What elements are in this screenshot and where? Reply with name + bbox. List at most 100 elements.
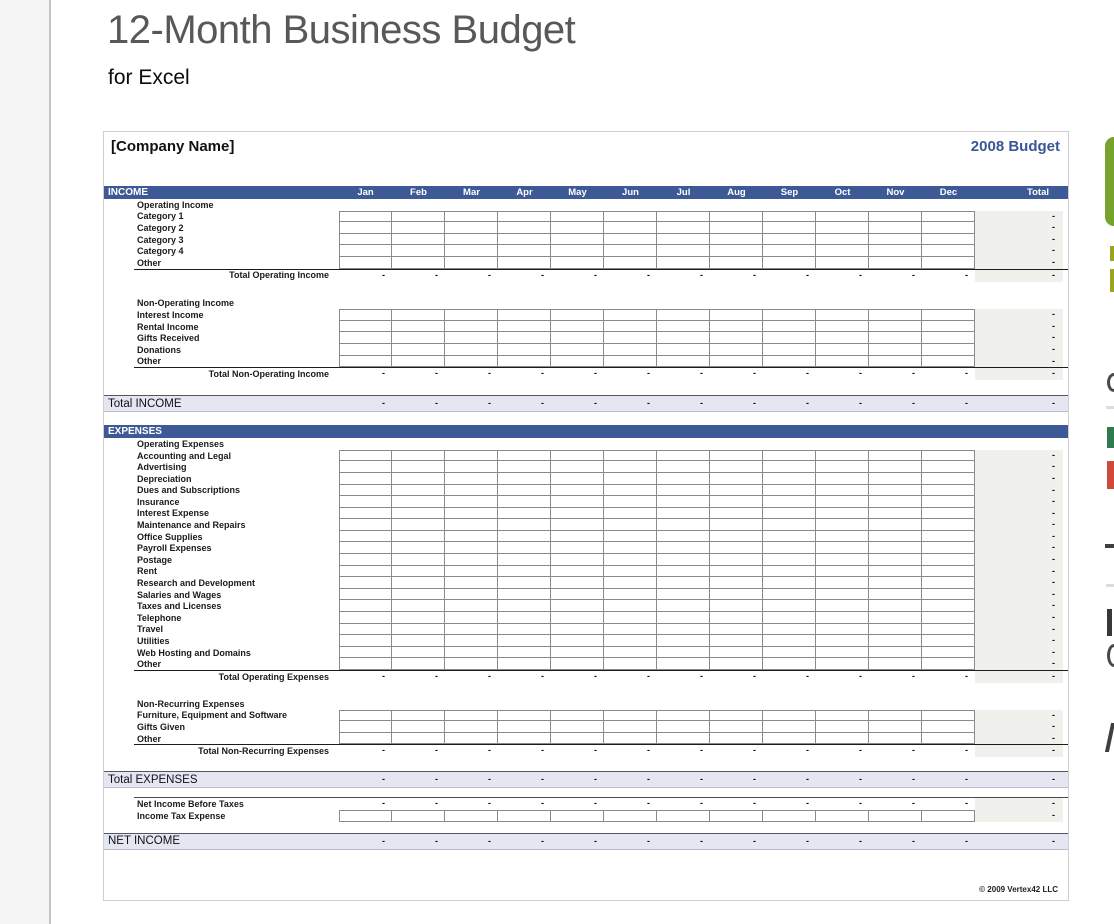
summary-value: - — [710, 396, 763, 411]
summary-label: Total INCOME — [104, 398, 339, 410]
subtotal-value: - — [869, 367, 922, 380]
input-cell — [604, 211, 657, 223]
cutoff-green-chip — [1107, 427, 1114, 448]
subtotal-value: - — [763, 670, 816, 683]
input-cell — [816, 600, 869, 612]
input-cell — [922, 635, 975, 647]
input-cell — [816, 309, 869, 321]
input-cell — [445, 234, 498, 246]
cutoff-link-text-2[interactable] — [1110, 269, 1114, 292]
input-cell — [816, 721, 869, 733]
subtotal-value: - — [604, 269, 657, 282]
cutoff-link-text-1[interactable] — [1110, 246, 1114, 261]
budget-line-label: Insurance — [104, 497, 339, 507]
summary-value: - — [445, 772, 498, 787]
subtotal-value: - — [339, 797, 392, 810]
input-cell — [445, 332, 498, 344]
input-cell — [339, 450, 392, 462]
subtotal-total-value: - — [975, 744, 1063, 757]
input-cell — [445, 600, 498, 612]
subtotal-value: - — [551, 744, 604, 757]
month-column-header — [498, 425, 551, 438]
input-cell — [551, 710, 604, 722]
summary-label: NET INCOME — [104, 835, 339, 847]
month-column-header — [604, 425, 657, 438]
input-cell — [657, 473, 710, 485]
input-cell — [604, 222, 657, 234]
summary-value: - — [392, 834, 445, 849]
cutoff-download-button[interactable] — [1105, 137, 1114, 226]
input-cell — [816, 577, 869, 589]
input-cell — [816, 461, 869, 473]
subtotal-value: - — [551, 269, 604, 282]
input-cell — [392, 647, 445, 659]
budget-line-row: Advertising- — [104, 461, 1068, 473]
input-cell — [339, 647, 392, 659]
subtotal-value: - — [816, 269, 869, 282]
input-cell — [657, 356, 710, 368]
row-total-value: - — [975, 222, 1063, 234]
subtotal-value: - — [763, 744, 816, 757]
subsection-heading: Non-Operating Income — [104, 298, 339, 308]
month-column-header: Aug — [710, 186, 763, 199]
input-cell — [339, 554, 392, 566]
input-cell — [869, 600, 922, 612]
input-cell — [604, 496, 657, 508]
input-cell — [392, 624, 445, 636]
summary-value: - — [816, 834, 869, 849]
input-cell — [763, 721, 816, 733]
summary-value: - — [551, 396, 604, 411]
input-cell — [339, 710, 392, 722]
input-cell — [498, 309, 551, 321]
input-cell — [445, 211, 498, 223]
input-cell — [604, 577, 657, 589]
summary-value: - — [869, 772, 922, 787]
month-column-header — [816, 425, 869, 438]
subtotal-value: - — [657, 367, 710, 380]
input-cell — [763, 222, 816, 234]
input-cell — [551, 344, 604, 356]
input-cell — [339, 531, 392, 543]
input-cell — [710, 344, 763, 356]
input-cell — [392, 234, 445, 246]
subtotal-value: - — [763, 367, 816, 380]
row-spacer — [104, 380, 1068, 395]
budget-line-label: Advertising — [104, 462, 339, 472]
input-cell — [710, 635, 763, 647]
subtotal-value: - — [604, 670, 657, 683]
row-total-value: - — [975, 710, 1063, 722]
input-cell — [922, 245, 975, 257]
input-cell — [551, 473, 604, 485]
budget-line-row: Rent- — [104, 566, 1068, 578]
subtotal-value: - — [604, 367, 657, 380]
subtotal-label: Net Income Before Taxes — [104, 799, 339, 809]
subtotal-value: - — [445, 670, 498, 683]
input-cell — [498, 612, 551, 624]
input-cell — [498, 473, 551, 485]
subtotal-value: - — [869, 797, 922, 810]
budget-template-preview[interactable]: [Company Name] 2008 Budget INCOMEJanFebM… — [103, 131, 1069, 901]
input-cell — [445, 577, 498, 589]
input-cell — [657, 710, 710, 722]
subtotal-value: - — [763, 269, 816, 282]
input-cell — [763, 245, 816, 257]
subtotal-row: Total Non-Recurring Expenses------------… — [104, 744, 1068, 757]
summary-value: - — [657, 834, 710, 849]
subtotal-value: - — [339, 744, 392, 757]
input-cell — [498, 589, 551, 601]
subsection-heading-row: Operating Expenses — [104, 438, 1068, 450]
row-spacer — [104, 282, 1068, 298]
subtotal-value: - — [922, 797, 975, 810]
input-cell — [339, 222, 392, 234]
budget-line-label: Interest Income — [104, 310, 339, 320]
input-cell — [551, 810, 604, 822]
budget-line-label: Travel — [104, 624, 339, 634]
input-cell — [551, 519, 604, 531]
row-total-value: - — [975, 589, 1063, 601]
budget-line-row: Interest Expense- — [104, 508, 1068, 520]
subtotal-value: - — [710, 367, 763, 380]
row-total-value: - — [975, 519, 1063, 531]
row-spacer — [104, 788, 1068, 797]
input-cell — [922, 733, 975, 745]
month-column-header — [657, 425, 710, 438]
